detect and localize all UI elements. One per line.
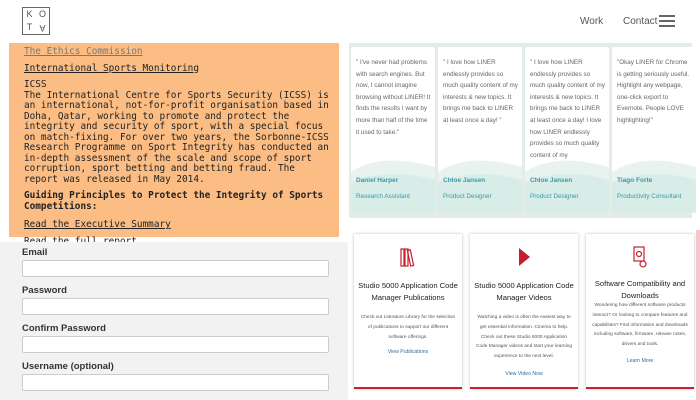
card-description: Watching a video is often the easiest wa…: [476, 315, 572, 360]
email-label: Email: [22, 247, 48, 258]
confirm-password-label: Confirm Password: [22, 323, 106, 334]
card-title: Studio 5000 Application Code Manager Pub…: [358, 281, 458, 302]
icss-heading: ICSS: [24, 79, 47, 90]
testimonial-role: Research Assistant: [356, 193, 410, 200]
logo-letter: O: [38, 9, 46, 19]
testimonial-quote: "Okay LINER for Chrome is getting seriou…: [617, 59, 690, 124]
executive-summary-link[interactable]: Read the Executive Summary: [24, 219, 339, 231]
testimonial-card: "Okay LINER for Chrome is getting seriou…: [612, 47, 696, 213]
email-field[interactable]: [22, 260, 329, 277]
guiding-principles-heading: Guiding Principles to Protect the Integr…: [24, 190, 324, 212]
signup-form: Email Password Confirm Password Username…: [0, 242, 348, 400]
software-compatibility-icon: [633, 246, 647, 268]
testimonial-role: Product Designer: [443, 193, 492, 200]
kota-logo[interactable]: K O T A: [22, 7, 50, 35]
logo-letter: K: [26, 9, 33, 19]
learn-more-link[interactable]: Learn More: [586, 358, 694, 364]
card-title: Software Compatibility and Downloads: [594, 279, 686, 300]
card-title: Studio 5000 Application Code Manager Vid…: [474, 281, 574, 302]
view-video-link[interactable]: View Video Now: [470, 371, 578, 377]
testimonial-role: Productivity Consultant: [617, 193, 682, 200]
menu-icon[interactable]: [659, 15, 675, 27]
icss-paragraph: The International Centre for Sports Secu…: [24, 89, 329, 185]
testimonial-name: Chloe Jansen: [530, 177, 573, 184]
confirm-password-field[interactable]: [22, 336, 329, 353]
username-field[interactable]: [22, 374, 329, 391]
username-label: Username (optional): [22, 361, 114, 372]
logo-letter: A: [39, 23, 46, 33]
password-label: Password: [22, 285, 67, 296]
software-compatibility-card: Software Compatibility and Downloads Won…: [586, 234, 694, 389]
sports-monitoring-link[interactable]: International Sports Monitoring: [24, 63, 339, 75]
testimonial-name: Tiago Forte: [617, 177, 653, 184]
card-description: Check out Literature Library for the sel…: [360, 315, 456, 340]
testimonial-quote: " I've never had problems with search en…: [356, 59, 431, 136]
view-publications-link[interactable]: View Publications: [354, 349, 462, 355]
testimonials-section: " I've never had problems with search en…: [349, 43, 696, 218]
nav-contact-link[interactable]: Contact: [623, 16, 657, 27]
testimonial-name: Chloe Jansen: [443, 177, 486, 184]
logo-letter: T: [26, 22, 33, 32]
publications-card: Studio 5000 Application Code Manager Pub…: [354, 234, 462, 389]
testimonial-card: " I've never had problems with search en…: [351, 47, 435, 213]
books-icon: [400, 248, 415, 267]
videos-card: Studio 5000 Application Code Manager Vid…: [470, 234, 578, 389]
ethics-commission-link[interactable]: The Ethics Commission: [24, 46, 339, 58]
testimonial-quote: " I love how LINER endlessly provides so…: [443, 59, 518, 124]
testimonial-quote: " I love how LINER endlessly provides so…: [530, 59, 605, 159]
play-icon: [519, 248, 530, 266]
card-description: Wondering how different software product…: [592, 303, 688, 348]
testimonial-name: Daniel Harper: [356, 177, 399, 184]
testimonial-card: " I love how LINER endlessly provides so…: [438, 47, 522, 213]
scrollbar[interactable]: [696, 230, 700, 400]
nav-work-link[interactable]: Work: [580, 16, 603, 27]
icss-info-panel: The Ethics Commission International Spor…: [9, 43, 339, 246]
testimonial-card: " I love how LINER endlessly provides so…: [525, 47, 609, 213]
password-field[interactable]: [22, 298, 329, 315]
testimonial-role: Product Designer: [530, 193, 579, 200]
